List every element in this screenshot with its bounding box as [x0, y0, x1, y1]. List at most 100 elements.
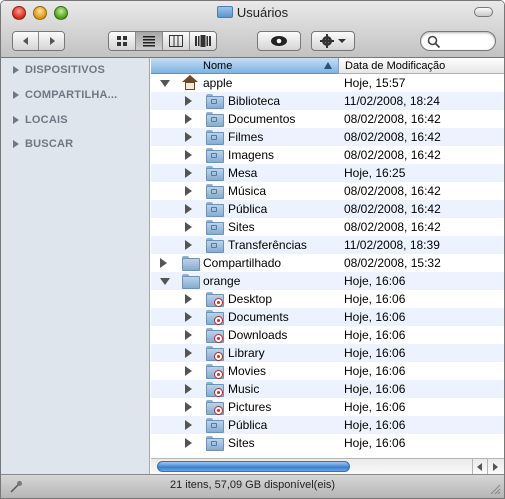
column-header-name[interactable]: Nome [151, 58, 339, 74]
disclosure-triangle-icon[interactable] [13, 66, 19, 74]
modified-date: 11/02/2008, 18:24 [344, 94, 440, 108]
table-row[interactable]: Sites 08/02/2008, 16:42 [151, 218, 504, 236]
file-name: orange [203, 274, 241, 288]
folder-icon [182, 256, 200, 271]
gear-icon [320, 34, 334, 48]
disclosure-triangle-icon[interactable] [185, 330, 192, 340]
disclosure-triangle-icon[interactable] [185, 348, 192, 358]
disclosure-triangle-icon[interactable] [185, 384, 192, 394]
column-view-button[interactable] [163, 32, 190, 50]
disclosure-triangle-icon[interactable] [185, 168, 192, 178]
disclosure-triangle-icon[interactable] [185, 132, 192, 142]
resize-grip-icon[interactable] [489, 483, 501, 495]
sidebar-item-search[interactable]: BUSCAR [13, 137, 73, 151]
table-row[interactable]: Mesa Hoje, 16:25 [151, 164, 504, 182]
modified-date: Hoje, 16:06 [344, 292, 406, 306]
disclosure-triangle-icon[interactable] [185, 150, 192, 160]
toolbar-toggle-button[interactable] [474, 7, 493, 17]
file-name: Compartilhado [203, 256, 282, 270]
modified-date: Hoje, 16:25 [344, 166, 406, 180]
sites-folder-icon [206, 220, 224, 235]
forward-button[interactable] [39, 32, 64, 50]
modified-date: Hoje, 16:06 [344, 400, 406, 414]
view-switcher [108, 31, 217, 51]
sidebar-item-shared[interactable]: COMPARTILHA... [13, 88, 117, 102]
disclosure-triangle-icon[interactable] [185, 240, 192, 250]
coverflow-view-button[interactable] [190, 32, 216, 50]
table-row[interactable]: Pública 08/02/2008, 16:42 [151, 200, 504, 218]
table-row[interactable]: orange Hoje, 16:06 [151, 272, 504, 290]
scrollbar-thumb[interactable] [157, 461, 350, 472]
disclosure-triangle-icon[interactable] [160, 278, 170, 285]
table-row[interactable]: Documentos 08/02/2008, 16:42 [151, 110, 504, 128]
action-menu-button[interactable] [311, 31, 355, 51]
table-row[interactable]: Pública Hoje, 16:06 [151, 416, 504, 434]
disclosure-triangle-icon[interactable] [185, 312, 192, 322]
disclosure-triangle-icon[interactable] [185, 420, 192, 430]
chevron-left-icon [22, 37, 28, 45]
disclosure-triangle-icon[interactable] [185, 366, 192, 376]
table-row[interactable]: Compartilhado 08/02/2008, 15:32 [151, 254, 504, 272]
table-row[interactable]: Transferências 11/02/2008, 18:39 [151, 236, 504, 254]
table-row[interactable]: Filmes 08/02/2008, 16:42 [151, 128, 504, 146]
folder-icon [216, 6, 233, 18]
disclosure-triangle-icon[interactable] [185, 294, 192, 304]
modified-date: 08/02/2008, 16:42 [344, 202, 441, 216]
file-name: Sites [228, 436, 255, 450]
disclosure-triangle-icon[interactable] [13, 91, 19, 99]
table-row[interactable]: Desktop Hoje, 16:06 [151, 290, 504, 308]
table-row[interactable]: Sites Hoje, 16:06 [151, 434, 504, 452]
sidebar-item-places[interactable]: LOCAIS [13, 113, 68, 127]
file-name: Library [228, 346, 265, 360]
table-row[interactable]: Pictures Hoje, 16:06 [151, 398, 504, 416]
table-row[interactable]: Biblioteca 11/02/2008, 18:24 [151, 92, 504, 110]
disclosure-triangle-icon[interactable] [13, 140, 19, 148]
disclosure-triangle-icon[interactable] [185, 186, 192, 196]
disclosure-triangle-icon[interactable] [185, 402, 192, 412]
sidebar-item-devices[interactable]: DISPOSITIVOS [13, 63, 105, 77]
file-name: Filmes [228, 130, 264, 144]
list-view-button[interactable] [136, 32, 163, 50]
column-view-icon [169, 35, 183, 47]
table-row[interactable]: Música 08/02/2008, 16:42 [151, 182, 504, 200]
disclosure-triangle-icon[interactable] [185, 96, 192, 106]
table-row[interactable]: Imagens 08/02/2008, 16:42 [151, 146, 504, 164]
table-row[interactable]: Documents Hoje, 16:06 [151, 308, 504, 326]
file-name: Desktop [228, 292, 273, 306]
scroll-right-button[interactable] [487, 459, 502, 474]
search-input[interactable] [443, 34, 491, 48]
table-row[interactable]: Library Hoje, 16:06 [151, 344, 504, 362]
file-name: Movies [228, 364, 267, 378]
modified-date: 08/02/2008, 16:42 [344, 220, 441, 234]
disclosure-triangle-icon[interactable] [13, 116, 19, 124]
disclosure-triangle-icon[interactable] [185, 222, 192, 232]
table-row[interactable]: Downloads Hoje, 16:06 [151, 326, 504, 344]
search-field[interactable] [420, 31, 496, 51]
restricted-folder-icon [206, 328, 224, 343]
modified-date: Hoje, 16:06 [344, 382, 406, 396]
disclosure-triangle-icon[interactable] [185, 438, 192, 448]
table-row[interactable]: Movies Hoje, 16:06 [151, 362, 504, 380]
sidebar: DISPOSITIVOS COMPARTILHA... LOCAIS BUSCA… [1, 58, 150, 474]
restricted-folder-icon [206, 364, 224, 379]
pictures-folder-icon [206, 148, 224, 163]
downloads-folder-icon [206, 238, 224, 253]
quick-look-button[interactable] [257, 31, 301, 51]
disclosure-triangle-icon[interactable] [185, 114, 192, 124]
horizontal-scrollbar[interactable] [151, 458, 504, 474]
icon-view-button[interactable] [109, 32, 136, 50]
disclosure-triangle-icon[interactable] [160, 258, 167, 268]
back-button[interactable] [13, 32, 39, 50]
status-text: 21 itens, 57,09 GB disponível(eis) [169, 479, 336, 491]
column-header-date[interactable]: Data de Modificação [339, 58, 504, 74]
file-name: apple [203, 76, 233, 90]
disclosure-triangle-icon[interactable] [185, 204, 192, 214]
back-forward-control [12, 31, 65, 51]
table-row[interactable]: Music Hoje, 16:06 [151, 380, 504, 398]
table-row[interactable]: apple Hoje, 15:57 [151, 74, 504, 92]
finder-window: Usuários DISPOSITIVOS COMPARTILHA... LOC… [0, 0, 505, 499]
scroll-left-button[interactable] [472, 459, 487, 474]
list-view-icon [143, 36, 155, 47]
disclosure-triangle-icon[interactable] [160, 80, 170, 87]
restricted-folder-icon [206, 400, 224, 415]
